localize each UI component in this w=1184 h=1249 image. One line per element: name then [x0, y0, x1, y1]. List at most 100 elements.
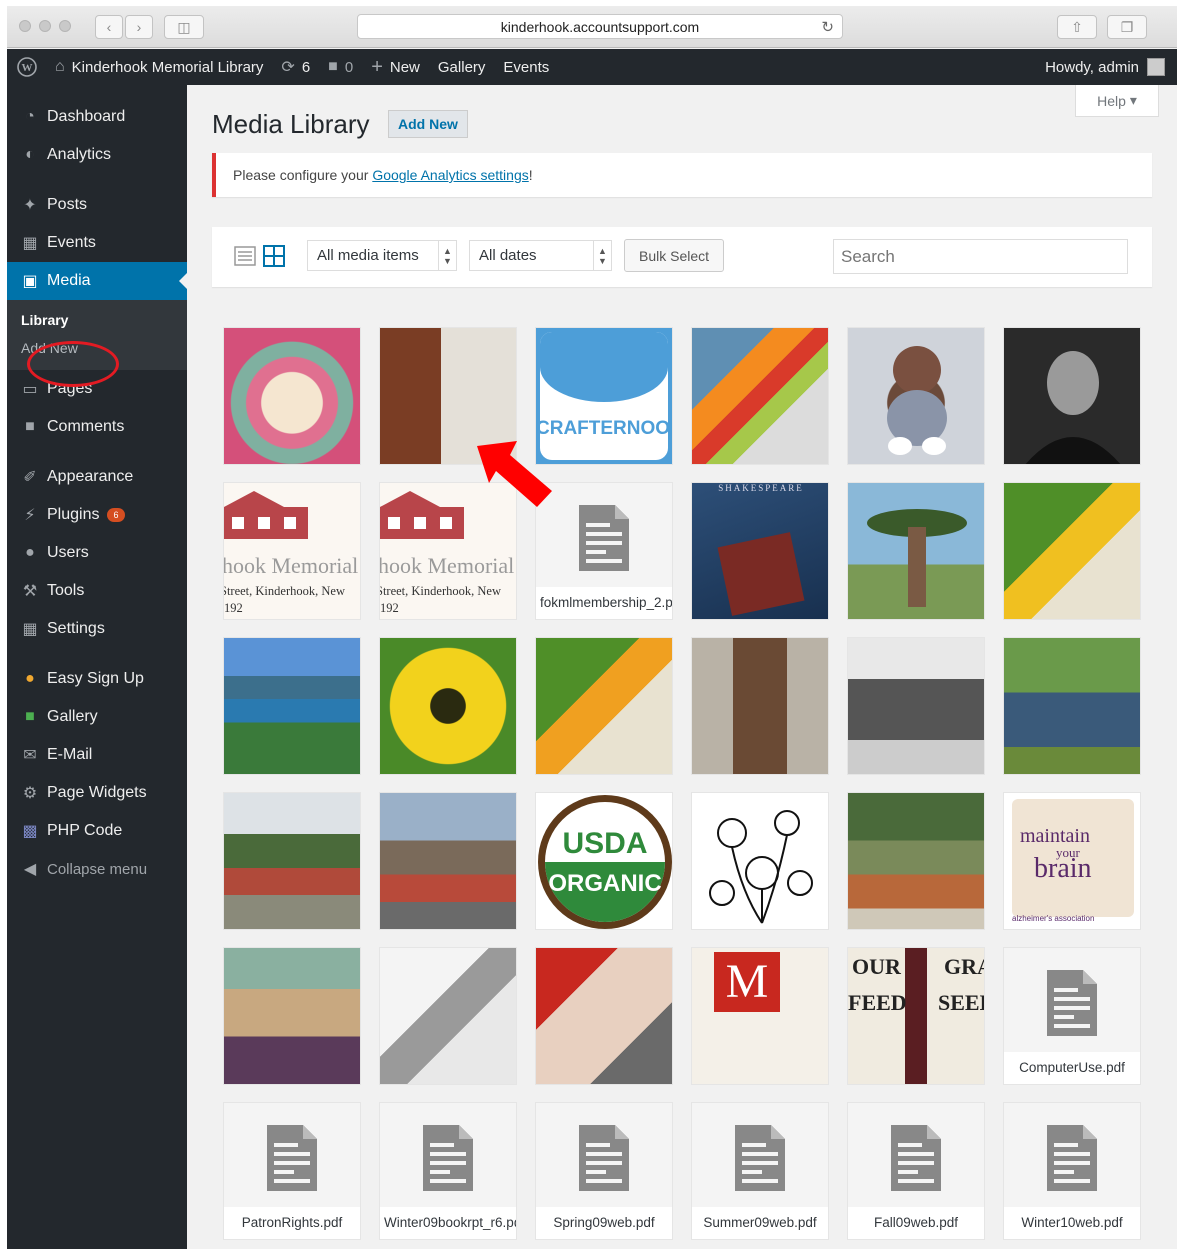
- media-image-tile[interactable]: M: [691, 947, 829, 1085]
- site-name-link[interactable]: ⌂ Kinderhook Memorial Library: [55, 58, 263, 76]
- menu-media[interactable]: ▣ Media: [7, 262, 187, 300]
- media-document-tile[interactable]: Summer09web.pdf: [691, 1102, 829, 1240]
- logo-zip: 192: [224, 601, 243, 615]
- new-content-link[interactable]: + New: [371, 56, 420, 79]
- four-text: OUR: [852, 954, 901, 979]
- add-new-button[interactable]: Add New: [388, 110, 468, 138]
- media-image-tile[interactable]: [691, 637, 829, 775]
- minimize-window-button[interactable]: [39, 20, 51, 32]
- logo-text: hook Memorial: [223, 553, 359, 578]
- menu-plugins[interactable]: ⚡ Plugins 6: [7, 496, 187, 534]
- menu-analytics[interactable]: ◐ Analytics: [7, 136, 187, 174]
- media-image-tile[interactable]: [223, 327, 361, 465]
- comments-link[interactable]: ■ 0: [328, 58, 353, 76]
- menu-gallery[interactable]: ■ Gallery: [7, 698, 187, 736]
- collapse-menu-button[interactable]: ◀ Collapse menu: [7, 850, 187, 888]
- plugins-update-badge: 6: [107, 508, 125, 522]
- shakespeare-text: SHAKESPEARE: [718, 483, 804, 493]
- media-image-tile[interactable]: [1003, 482, 1141, 620]
- forward-icon[interactable]: ›: [125, 15, 153, 39]
- brain-text: brain: [1034, 853, 1092, 884]
- grid-view-icon[interactable]: [263, 245, 285, 267]
- plus-icon: +: [371, 55, 383, 78]
- menu-comments[interactable]: ■ Comments: [7, 408, 187, 446]
- grain-text: GRA: [944, 954, 984, 979]
- media-image-tile[interactable]: hook Memorial Street, Kinderhook, New 192: [223, 482, 361, 620]
- filename-label: Summer09web.pdf: [692, 1207, 828, 1239]
- menu-users[interactable]: ● Users: [7, 534, 187, 572]
- address-bar[interactable]: kinderhook.accountsupport.com ↻: [357, 14, 843, 39]
- account-menu[interactable]: Howdy, admin: [1045, 49, 1165, 85]
- list-view-icon[interactable]: [234, 245, 256, 267]
- zoom-window-button[interactable]: [59, 20, 71, 32]
- tabs-icon[interactable]: ❐: [1107, 15, 1147, 39]
- bulk-select-button[interactable]: Bulk Select: [624, 239, 725, 272]
- menu-posts[interactable]: ✦ Posts: [7, 186, 187, 224]
- library-house-logo: [380, 489, 470, 541]
- analytics-settings-link[interactable]: Google Analytics settings: [372, 167, 528, 183]
- share-icon[interactable]: ⇧: [1057, 15, 1097, 39]
- media-document-tile[interactable]: Fall09web.pdf: [847, 1102, 985, 1240]
- menu-events[interactable]: ▦ Events: [7, 224, 187, 262]
- media-image-tile[interactable]: [223, 637, 361, 775]
- media-image-tile[interactable]: [223, 947, 361, 1085]
- media-image-tile[interactable]: [847, 792, 985, 930]
- document-icon: [735, 1125, 785, 1191]
- media-image-tile[interactable]: [223, 792, 361, 930]
- filename-label: ComputerUse.pdf: [1004, 1052, 1140, 1084]
- menu-easy-sign-up[interactable]: ● Easy Sign Up: [7, 660, 187, 698]
- media-image-tile[interactable]: SHAKESPEARE: [691, 482, 829, 620]
- submenu-library[interactable]: Library: [7, 306, 187, 334]
- menu-php-code[interactable]: ▩ PHP Code: [7, 812, 187, 850]
- media-image-tile[interactable]: [535, 947, 673, 1085]
- back-icon[interactable]: ‹: [95, 15, 123, 39]
- annotation-circle: [27, 341, 119, 387]
- logo-address: Street, Kinderhook, New: [379, 584, 501, 598]
- date-filter[interactable]: All dates ▲ ▼: [469, 240, 612, 271]
- media-image-tile[interactable]: [847, 327, 985, 465]
- baobab-tree: [867, 509, 967, 607]
- menu-dashboard[interactable]: ◔ Dashboard: [7, 98, 187, 136]
- media-document-tile[interactable]: PatronRights.pdf: [223, 1102, 361, 1240]
- calendar-icon: ▦: [22, 235, 38, 252]
- media-image-tile[interactable]: [691, 327, 829, 465]
- media-image-tile[interactable]: maintain your brain alzheimer's association: [1003, 792, 1141, 930]
- media-image-tile[interactable]: OUR GRA FEED SEED: [847, 947, 985, 1085]
- close-window-button[interactable]: [19, 20, 31, 32]
- document-icon: [891, 1125, 941, 1191]
- browser-toolbar: ‹ › ◫ kinderhook.accountsupport.com ↻ ⇧ …: [7, 6, 1177, 48]
- menu-page-widgets[interactable]: ⚙ Page Widgets: [7, 774, 187, 812]
- reload-icon[interactable]: ↻: [821, 18, 834, 36]
- media-document-tile[interactable]: Winter09bookrpt_r6.pdf: [379, 1102, 517, 1240]
- media-image-tile[interactable]: [379, 792, 517, 930]
- help-tab[interactable]: Help ▾: [1075, 85, 1159, 117]
- php-icon: ▩: [22, 823, 38, 840]
- media-document-tile[interactable]: Winter10web.pdf: [1003, 1102, 1141, 1240]
- sidebar-toggle-icon[interactable]: ◫: [164, 15, 204, 39]
- media-image-tile[interactable]: USDA ORGANIC: [535, 792, 673, 930]
- media-image-tile[interactable]: [847, 637, 985, 775]
- media-image-tile[interactable]: [379, 637, 517, 775]
- updates-link[interactable]: ⟳ 6: [281, 57, 310, 77]
- menu-appearance[interactable]: ✐ Appearance: [7, 458, 187, 496]
- usda-text: USDA: [562, 827, 647, 860]
- menu-email[interactable]: ✉ E-Mail: [7, 736, 187, 774]
- menu-tools[interactable]: ⚒ Tools: [7, 572, 187, 610]
- media-image-tile[interactable]: [535, 637, 673, 775]
- media-type-filter[interactable]: All media items ▲ ▼: [307, 240, 457, 271]
- document-icon: [267, 1125, 317, 1191]
- search-input[interactable]: [833, 239, 1128, 274]
- media-image-tile[interactable]: [1003, 327, 1141, 465]
- wordpress-logo-icon[interactable]: W: [17, 57, 37, 77]
- media-document-tile[interactable]: ComputerUse.pdf: [1003, 947, 1141, 1085]
- media-document-tile[interactable]: Spring09web.pdf: [535, 1102, 673, 1240]
- updates-icon: ⟳: [281, 59, 295, 76]
- media-image-tile[interactable]: [847, 482, 985, 620]
- media-image-tile[interactable]: [379, 947, 517, 1085]
- menu-settings[interactable]: ▦ Settings: [7, 610, 187, 648]
- gallery-link[interactable]: Gallery: [438, 59, 486, 76]
- media-image-tile[interactable]: [1003, 637, 1141, 775]
- admin-bar: W ⌂ Kinderhook Memorial Library ⟳ 6 ■ 0 …: [7, 49, 1177, 85]
- media-image-tile[interactable]: [691, 792, 829, 930]
- events-link[interactable]: Events: [503, 59, 549, 76]
